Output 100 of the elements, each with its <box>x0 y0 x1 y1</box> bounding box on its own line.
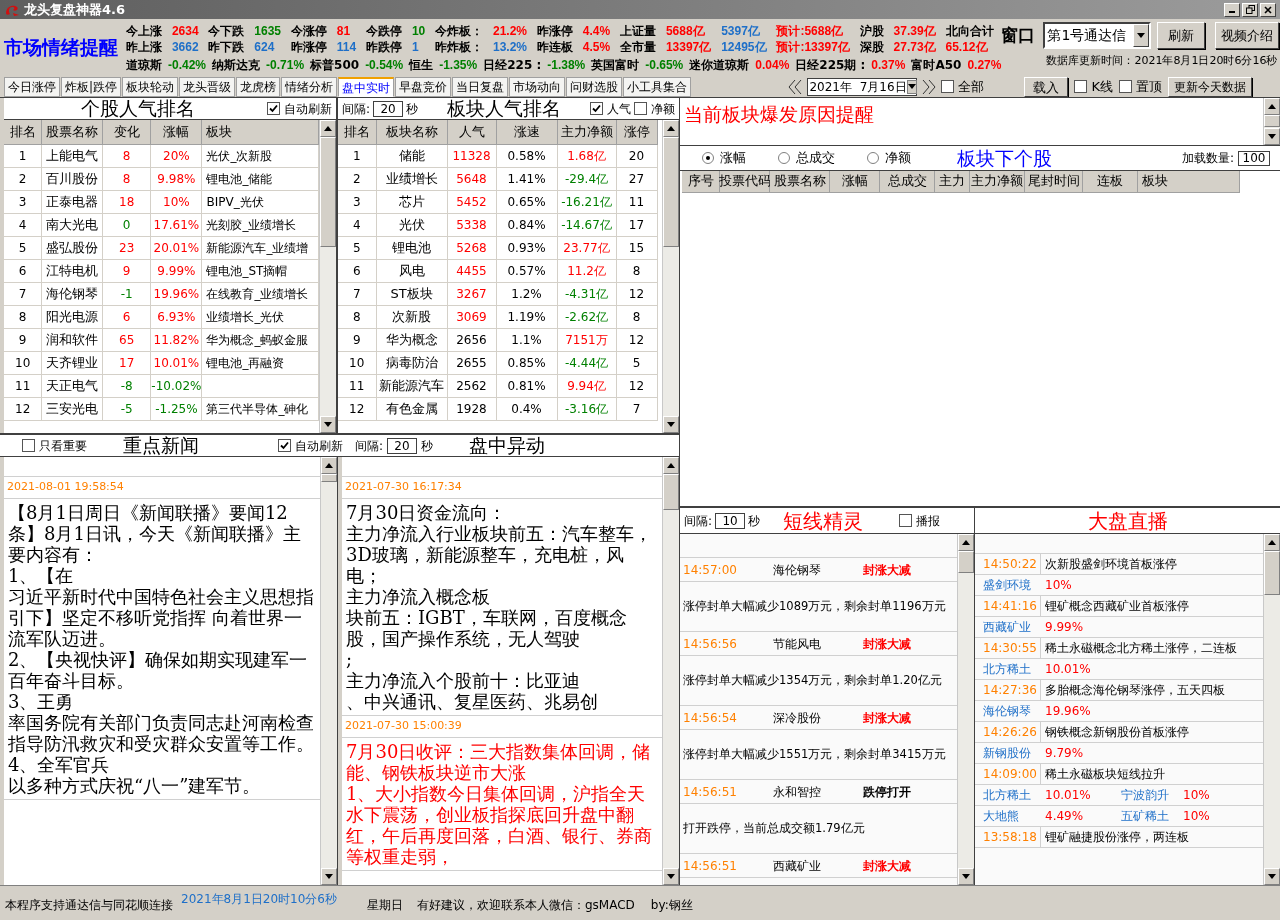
column-header[interactable]: 排名 <box>338 120 376 144</box>
stat-value: 0.27% <box>967 56 1002 73</box>
table-cell: 芯片 <box>376 190 447 213</box>
checkbox[interactable] <box>899 514 912 527</box>
scroll-thumb[interactable] <box>663 474 679 510</box>
table-cell: -8 <box>102 374 151 397</box>
column-header[interactable]: 人气 <box>447 120 496 144</box>
load-count-field[interactable]: 100 <box>1238 150 1270 166</box>
column-header[interactable]: 变化 <box>102 120 151 144</box>
scroll-up-button[interactable] <box>958 534 974 551</box>
scroll-up-button[interactable] <box>320 120 336 137</box>
checkbox[interactable] <box>1119 80 1132 93</box>
interval-field[interactable]: 10 <box>715 512 746 529</box>
unit-label: 秒 <box>421 437 433 455</box>
restore-button[interactable] <box>1242 2 1258 17</box>
checkbox[interactable] <box>634 102 647 115</box>
scroll-down-button[interactable] <box>1264 128 1280 145</box>
table-cell: 5338 <box>447 213 496 236</box>
tab[interactable]: 盘中实时 <box>338 77 395 97</box>
checkbox[interactable] <box>1074 80 1088 93</box>
table-cell: 病毒防治 <box>376 351 447 374</box>
interval-field[interactable]: 20 <box>373 100 404 117</box>
column-header[interactable]: 板块名称 <box>376 120 447 144</box>
scroll-up-button[interactable] <box>1264 98 1280 115</box>
scroll-thumb[interactable] <box>958 551 974 573</box>
radio-button[interactable] <box>778 152 790 164</box>
load-button[interactable]: 载入 <box>1024 76 1069 97</box>
scroll-thumb[interactable] <box>663 137 679 247</box>
scroll-down-button[interactable] <box>663 416 679 433</box>
scrollbar[interactable] <box>957 534 974 885</box>
checkbox[interactable] <box>267 102 280 115</box>
double-chevron-left-icon <box>788 78 803 95</box>
interval-field[interactable]: 20 <box>387 437 417 454</box>
column-header[interactable]: 连板 <box>1083 171 1138 193</box>
scroll-up-button[interactable] <box>321 457 337 474</box>
tab[interactable]: 早盘竞价 <box>395 77 452 97</box>
column-header[interactable]: 股票名称 <box>41 120 103 144</box>
scroll-down-button[interactable] <box>663 868 679 885</box>
tab[interactable]: 龙虎榜 <box>236 77 281 97</box>
update-data-button[interactable]: 更新今天数据 <box>1168 76 1252 97</box>
column-header[interactable]: 投票代码 <box>720 171 770 193</box>
dropdown-button[interactable] <box>906 79 917 94</box>
scroll-up-icon <box>667 463 675 468</box>
checkbox[interactable] <box>590 102 603 115</box>
column-header[interactable]: 排名 <box>4 120 42 144</box>
scroll-up-button[interactable] <box>1264 534 1280 551</box>
column-header[interactable]: 序号 <box>682 171 720 193</box>
tab[interactable]: 情绪分析 <box>281 77 338 97</box>
video-intro-button[interactable]: 视频介绍 <box>1215 22 1280 49</box>
scroll-down-button[interactable] <box>320 416 336 433</box>
tab[interactable]: 问财选股 <box>566 77 623 97</box>
scroll-up-button[interactable] <box>663 120 679 137</box>
column-header[interactable]: 板块 <box>1138 171 1240 193</box>
tab[interactable]: 今日涨停 <box>4 77 60 97</box>
scrollbar[interactable] <box>662 457 679 885</box>
window-select[interactable]: 第1号通达信 <box>1043 22 1152 49</box>
tab[interactable]: 板块轮动 <box>122 77 179 97</box>
scroll-down-button[interactable] <box>1264 868 1280 885</box>
column-header[interactable]: 主力净额 <box>970 171 1025 193</box>
scrollbar[interactable] <box>1263 98 1280 145</box>
minimize-button[interactable] <box>1224 2 1240 17</box>
scroll-up-button[interactable] <box>663 457 679 474</box>
scrollbar[interactable] <box>1263 534 1280 885</box>
table-cell: 天齐锂业 <box>41 351 103 374</box>
scroll-down-button[interactable] <box>321 868 337 885</box>
column-header[interactable]: 涨幅 <box>150 120 202 144</box>
scroll-down-button[interactable] <box>958 868 974 885</box>
scroll-thumb[interactable] <box>321 474 337 482</box>
scrollbar[interactable] <box>662 120 679 433</box>
radio-button[interactable] <box>867 152 879 164</box>
column-header[interactable]: 总成交 <box>880 171 935 193</box>
column-header[interactable]: 股票名称 <box>770 171 830 193</box>
scrollbar[interactable] <box>319 120 336 433</box>
scroll-thumb[interactable] <box>320 137 336 247</box>
column-header[interactable]: 涨幅 <box>830 171 880 193</box>
close-button[interactable] <box>1260 2 1276 17</box>
scroll-thumb[interactable] <box>1264 551 1280 595</box>
radio-button[interactable] <box>702 152 714 164</box>
table-cell: 5452 <box>447 190 496 213</box>
column-header[interactable]: 涨停 <box>616 120 657 144</box>
column-header[interactable]: 板块 <box>201 120 319 144</box>
column-header[interactable]: 主力净额 <box>557 120 616 144</box>
scroll-thumb[interactable] <box>1264 115 1280 127</box>
tab[interactable]: 当日复盘 <box>452 77 509 97</box>
tab[interactable]: 龙头晋级 <box>179 77 236 97</box>
stat-value: 65.12亿 <box>945 39 988 54</box>
column-header[interactable]: 主力 <box>935 171 970 193</box>
tab[interactable]: 小工具集合 <box>623 77 692 97</box>
tab[interactable]: 市场动向 <box>509 77 566 97</box>
tab[interactable]: 炸板|跌停 <box>61 77 122 97</box>
date-picker[interactable]: 2021年 7月16日 <box>807 77 918 96</box>
table-cell: 12 <box>616 374 657 397</box>
checkbox[interactable] <box>941 80 955 93</box>
scrollbar[interactable] <box>320 457 337 885</box>
column-header[interactable]: 尾封时间 <box>1025 171 1083 193</box>
refresh-button[interactable]: 刷新 <box>1157 22 1206 49</box>
checkbox[interactable] <box>277 439 291 452</box>
table-cell: 盛弘股份 <box>41 236 103 259</box>
column-header[interactable]: 涨速 <box>496 120 557 144</box>
checkbox[interactable] <box>22 439 35 452</box>
